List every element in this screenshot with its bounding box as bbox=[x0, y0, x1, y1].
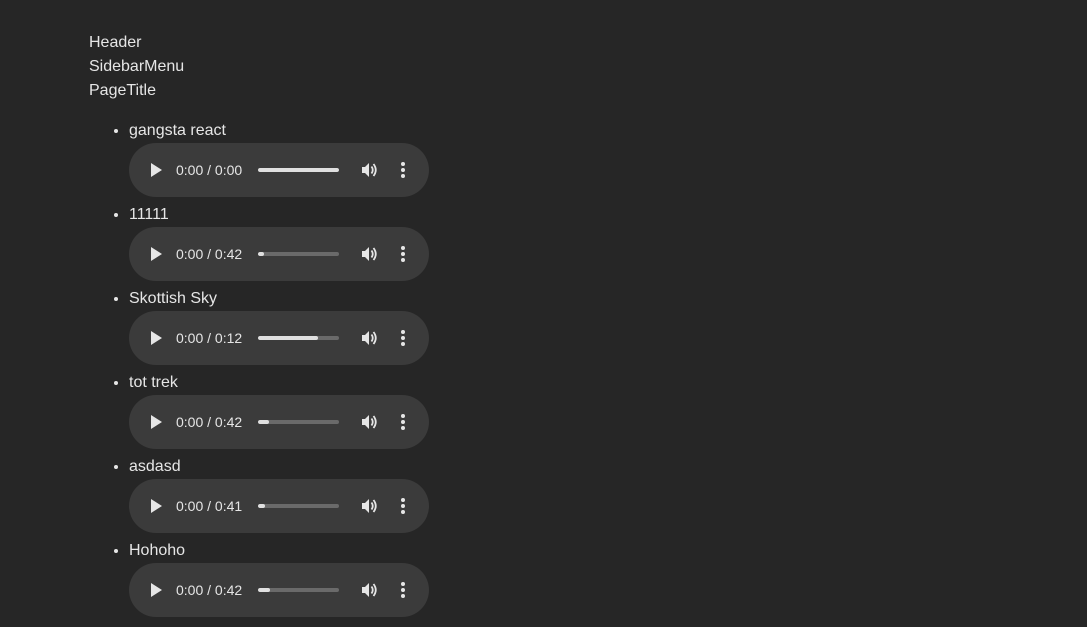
volume-icon[interactable] bbox=[360, 580, 380, 600]
more-vertical-icon[interactable] bbox=[393, 580, 413, 600]
time-display: 0:00 / 0:42 bbox=[176, 414, 243, 430]
volume-icon[interactable] bbox=[360, 496, 380, 516]
play-icon[interactable] bbox=[146, 496, 166, 516]
progress-fill bbox=[258, 252, 265, 256]
time-display: 0:00 / 0:41 bbox=[176, 498, 243, 514]
play-icon[interactable] bbox=[146, 160, 166, 180]
time-display: 0:00 / 0:00 bbox=[176, 162, 243, 178]
audio-player[interactable]: 0:00 / 0:42 bbox=[129, 395, 429, 449]
sidebar-menu-link[interactable]: SidebarMenu bbox=[89, 55, 184, 79]
track-title: gangsta react bbox=[129, 122, 226, 139]
progress-slider[interactable] bbox=[258, 336, 339, 340]
track-title: 11111 bbox=[129, 206, 169, 223]
more-vertical-icon[interactable] bbox=[393, 496, 413, 516]
volume-icon[interactable] bbox=[360, 244, 380, 264]
play-icon[interactable] bbox=[146, 412, 166, 432]
track-title: tot trek bbox=[129, 374, 178, 391]
track-title: Hohoho bbox=[129, 542, 186, 559]
progress-slider[interactable] bbox=[258, 252, 339, 256]
time-display: 0:00 / 0:42 bbox=[176, 582, 243, 598]
more-vertical-icon[interactable] bbox=[393, 412, 413, 432]
track-title: asdasd bbox=[129, 458, 181, 475]
time-display: 0:00 / 0:12 bbox=[176, 330, 243, 346]
track-list: gangsta react 0:00 / 0:00 11111 bbox=[89, 119, 429, 623]
play-icon[interactable] bbox=[146, 580, 166, 600]
progress-fill bbox=[258, 168, 339, 172]
track-item: Skottish Sky 0:00 / 0:12 bbox=[129, 287, 429, 371]
play-icon[interactable] bbox=[146, 244, 166, 264]
more-vertical-icon[interactable] bbox=[393, 160, 413, 180]
track-item: gangsta react 0:00 / 0:00 bbox=[129, 119, 429, 203]
page: Header SidebarMenu PageTitle gangsta rea… bbox=[0, 0, 1087, 627]
progress-slider[interactable] bbox=[258, 168, 339, 172]
volume-icon[interactable] bbox=[360, 328, 380, 348]
more-vertical-icon[interactable] bbox=[393, 244, 413, 264]
track-item: tot trek 0:00 / 0:42 bbox=[129, 371, 429, 455]
progress-slider[interactable] bbox=[258, 420, 339, 424]
audio-player[interactable]: 0:00 / 0:12 bbox=[129, 311, 429, 365]
progress-slider[interactable] bbox=[258, 588, 339, 592]
play-icon[interactable] bbox=[146, 328, 166, 348]
page-title-link[interactable]: PageTitle bbox=[89, 79, 184, 103]
progress-fill bbox=[258, 336, 318, 340]
track-item: 11111 0:00 / 0:42 bbox=[129, 203, 429, 287]
audio-player[interactable]: 0:00 / 0:41 bbox=[129, 479, 429, 533]
audio-player[interactable]: 0:00 / 0:42 bbox=[129, 227, 429, 281]
time-display: 0:00 / 0:42 bbox=[176, 246, 243, 262]
progress-fill bbox=[258, 588, 271, 592]
audio-player[interactable]: 0:00 / 0:42 bbox=[129, 563, 429, 617]
track-item: Hohoho 0:00 / 0:42 bbox=[129, 539, 429, 623]
top-links: Header SidebarMenu PageTitle bbox=[89, 31, 184, 103]
track-item: asdasd 0:00 / 0:41 bbox=[129, 455, 429, 539]
volume-icon[interactable] bbox=[360, 160, 380, 180]
audio-player[interactable]: 0:00 / 0:00 bbox=[129, 143, 429, 197]
progress-fill bbox=[258, 504, 266, 508]
more-vertical-icon[interactable] bbox=[393, 328, 413, 348]
progress-slider[interactable] bbox=[258, 504, 339, 508]
track-title: Skottish Sky bbox=[129, 290, 218, 307]
header-link[interactable]: Header bbox=[89, 31, 184, 55]
progress-fill bbox=[258, 420, 270, 424]
volume-icon[interactable] bbox=[360, 412, 380, 432]
